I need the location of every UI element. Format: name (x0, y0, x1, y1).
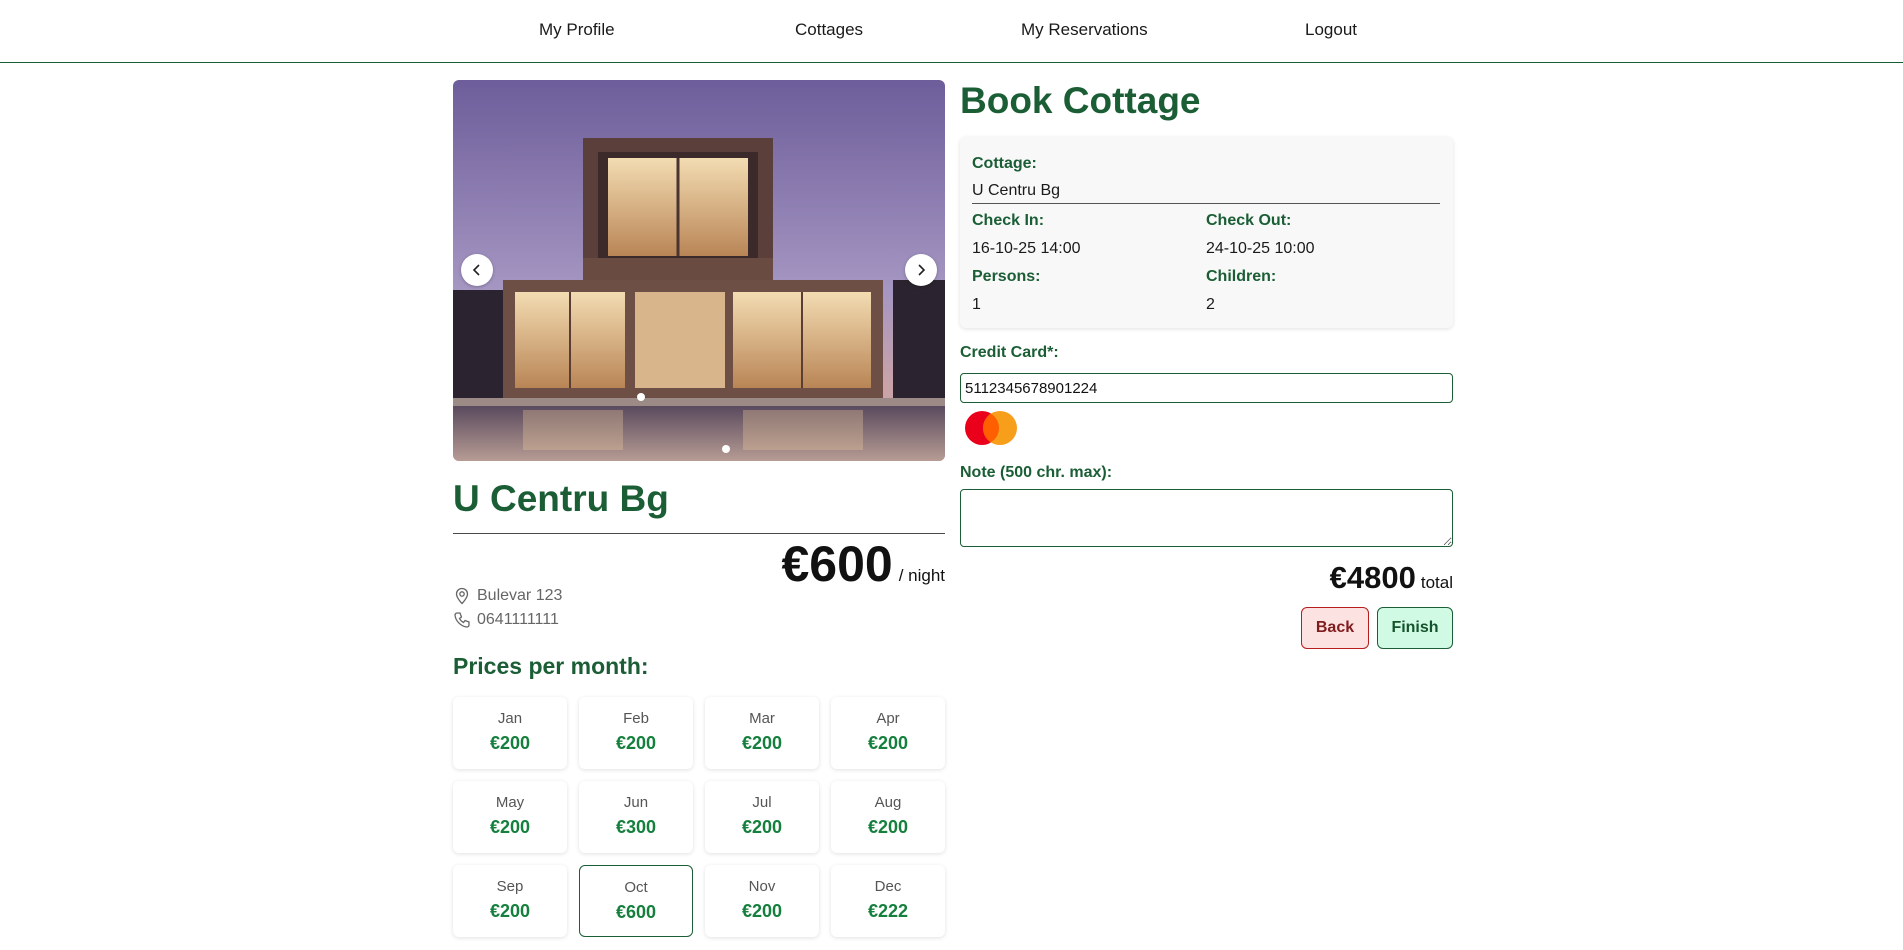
nav-cottages[interactable]: Cottages (795, 20, 863, 40)
title-divider (453, 533, 945, 534)
credit-card-input[interactable] (960, 373, 1453, 403)
month-card-oct[interactable]: Oct €600 (579, 865, 693, 937)
children-value: 2 (1206, 296, 1215, 313)
month-card-may[interactable]: May €200 (453, 781, 567, 853)
month-price: €200 (489, 817, 531, 837)
month-price: €200 (489, 901, 531, 921)
booking-summary-card: Cottage: U Centru Bg Check In: 16-10-25 … (960, 137, 1453, 328)
back-button[interactable]: Back (1301, 607, 1369, 649)
chevron-right-icon (918, 264, 926, 276)
month-name: Jun (623, 794, 649, 811)
month-name: Jan (497, 710, 523, 727)
month-name: Jul (752, 794, 772, 811)
nav-my-reservations[interactable]: My Reservations (1021, 20, 1148, 40)
cottage-photo (453, 80, 945, 461)
children-label: Children: (1206, 268, 1277, 285)
finish-button[interactable]: Finish (1377, 607, 1453, 649)
cottage-value: U Centru Bg (972, 182, 1061, 199)
top-nav: My Profile Cottages My Reservations Logo… (0, 0, 1903, 63)
month-price: €200 (867, 733, 909, 753)
credit-card-label: Credit Card*: (960, 344, 1059, 361)
month-card-nov[interactable]: Nov €200 (705, 865, 819, 937)
summary-divider (972, 203, 1440, 204)
check-in-label: Check In: (972, 212, 1045, 229)
total-price: €4800 total (1330, 560, 1453, 596)
total-unit: total (1420, 573, 1453, 592)
carousel-prev-button[interactable] (461, 254, 493, 286)
check-out-label: Check Out: (1206, 212, 1292, 229)
month-card-dec[interactable]: Dec €222 (831, 865, 945, 937)
month-card-jun[interactable]: Jun €300 (579, 781, 693, 853)
cottage-name: U Centru Bg (453, 478, 669, 519)
total-value: €4800 (1329, 560, 1416, 595)
cottage-label: Cottage: (972, 155, 1037, 172)
month-price: €200 (615, 733, 657, 753)
check-in-value: 16-10-25 14:00 (972, 240, 1081, 257)
month-name: Dec (874, 878, 902, 895)
month-name: Feb (623, 710, 649, 727)
note-textarea[interactable] (960, 489, 1453, 547)
phone-line: 0641111111 (453, 611, 559, 629)
phone-icon (454, 612, 470, 628)
month-price: €600 (615, 902, 657, 922)
persons-label: Persons: (972, 268, 1041, 285)
month-price: €222 (867, 901, 909, 921)
month-name: Apr (876, 710, 900, 727)
month-card-mar[interactable]: Mar €200 (705, 697, 819, 769)
month-price: €200 (489, 733, 531, 753)
month-card-sep[interactable]: Sep €200 (453, 865, 567, 937)
nav-my-profile[interactable]: My Profile (539, 20, 615, 40)
month-card-jul[interactable]: Jul €200 (705, 781, 819, 853)
month-name: Nov (748, 878, 776, 895)
price-value: €600 (781, 536, 893, 592)
month-name: May (495, 794, 525, 811)
carousel-next-button[interactable] (905, 254, 937, 286)
month-card-apr[interactable]: Apr €200 (831, 697, 945, 769)
chevron-left-icon (472, 264, 480, 276)
month-name: Sep (496, 878, 524, 895)
prices-per-month-title: Prices per month: (453, 653, 649, 679)
month-card-aug[interactable]: Aug €200 (831, 781, 945, 853)
month-name: Oct (624, 879, 648, 896)
month-price: €200 (741, 817, 783, 837)
book-cottage-title: Book Cottage (960, 80, 1201, 121)
month-price: €200 (867, 817, 909, 837)
month-price: €300 (615, 817, 657, 837)
carousel-indicator-2[interactable] (722, 445, 730, 453)
month-price: €200 (741, 733, 783, 753)
month-card-jan[interactable]: Jan €200 (453, 697, 567, 769)
location-pin-icon (455, 587, 469, 605)
address-text: Bulevar 123 (477, 587, 563, 604)
month-name: Mar (749, 710, 775, 727)
month-name: Aug (874, 794, 902, 811)
carousel-indicator-1[interactable] (637, 393, 645, 401)
address-line: Bulevar 123 (453, 587, 562, 605)
month-price: €200 (741, 901, 783, 921)
mastercard-icon (965, 411, 1017, 445)
month-card-feb[interactable]: Feb €200 (579, 697, 693, 769)
note-label: Note (500 chr. max): (960, 464, 1113, 481)
price-per-night: €600 / night (781, 535, 945, 593)
persons-value: 1 (972, 296, 981, 313)
nav-logout[interactable]: Logout (1305, 20, 1357, 40)
phone-text: 0641111111 (477, 611, 559, 628)
cottage-image-carousel[interactable] (453, 80, 945, 461)
check-out-value: 24-10-25 10:00 (1206, 240, 1315, 257)
price-unit: / night (898, 566, 945, 585)
